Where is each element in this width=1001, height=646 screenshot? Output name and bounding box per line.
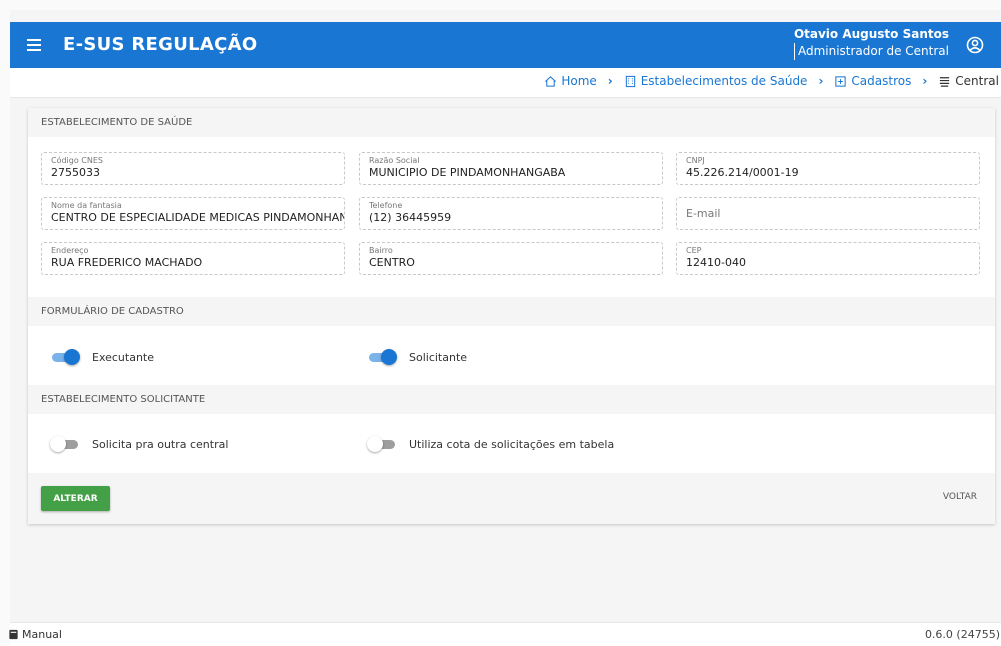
page: E-SUS REGULAÇÃO Otavio Augusto Santos Ad… (8, 10, 1001, 646)
endereco-field[interactable]: Endereço RUA FREDERICO MACHADO (41, 242, 345, 275)
outra-central-label: Solicita pra outra central (92, 437, 229, 451)
telefone-label: Telefone (369, 201, 403, 210)
home-icon (545, 75, 557, 87)
outra-central-toggle[interactable]: Solicita pra outra central (50, 436, 229, 452)
breadcrumb-central-label: Central (955, 74, 999, 88)
chevron-right-icon: › (818, 74, 824, 88)
bairro-label: Bairro (369, 246, 393, 255)
breadcrumb-home[interactable]: Home (544, 74, 597, 88)
solicitante-label: Solicitante (409, 350, 468, 364)
manual-label: Manual (22, 628, 62, 641)
section-solicitante-header: ESTABELECIMENTO SOLICITANTE (28, 385, 995, 414)
breadcrumb-estabelecimentos[interactable]: Estabelecimentos de Saúde (624, 74, 808, 88)
breadcrumb-estabelecimentos-label: Estabelecimentos de Saúde (640, 74, 808, 88)
cnpj-label: CNPJ (686, 156, 705, 165)
hamburger-menu-icon[interactable] (25, 35, 45, 55)
endereco-label: Endereço (51, 246, 89, 255)
form-card: ESTABELECIMENTO DE SAÚDE Código CNES 275… (28, 108, 995, 524)
endereco-value: RUA FREDERICO MACHADO (51, 256, 203, 269)
telefone-field[interactable]: Telefone (12) 36445959 (359, 197, 663, 230)
nome-fantasia-field[interactable]: Nome da fantasia CENTRO DE ESPECIALIDADE… (41, 197, 345, 230)
telefone-value: (12) 36445959 (369, 211, 452, 224)
cep-label: CEP (686, 246, 702, 255)
plus-box-icon (835, 75, 847, 87)
chevron-right-icon: › (607, 74, 613, 88)
form-actions: ALTERAR VOLTAR (28, 473, 995, 524)
account-circle-icon[interactable] (965, 35, 985, 55)
breadcrumb-cadastros[interactable]: Cadastros (834, 74, 911, 88)
user-info[interactable]: Otavio Augusto Santos Administrador de C… (793, 26, 949, 60)
building-icon (625, 75, 635, 87)
cota-switch[interactable] (367, 436, 395, 452)
cnes-value: 2755033 (51, 166, 100, 179)
user-name: Otavio Augusto Santos (793, 27, 949, 41)
manual-link[interactable]: Manual (8, 628, 62, 641)
cep-value: 12410-040 (686, 256, 746, 269)
breadcrumb: Home › Estabelecimentos de Saúde › Cadas… (544, 74, 999, 88)
razao-social-label: Razão Social (369, 156, 420, 165)
server-icon (940, 76, 950, 87)
cnes-field[interactable]: Código CNES 2755033 (41, 152, 345, 185)
executante-label: Executante (92, 350, 155, 364)
nome-fantasia-label: Nome da fantasia (51, 201, 122, 210)
section-formulario-header: FORMULÁRIO DE CADASTRO (28, 297, 995, 326)
razao-social-field[interactable]: Razão Social MUNICIPIO DE PINDAMONHANGAB… (359, 152, 663, 185)
executante-switch[interactable] (52, 349, 80, 365)
breadcrumb-bar: Home › Estabelecimentos de Saúde › Cadas… (10, 68, 1001, 98)
user-role: Administrador de Central (793, 43, 949, 60)
cep-field[interactable]: CEP 12410-040 (676, 242, 980, 275)
breadcrumb-home-label: Home (561, 74, 597, 88)
voltar-button[interactable]: VOLTAR (943, 492, 977, 502)
chevron-right-icon: › (922, 74, 928, 88)
nome-fantasia-value: CENTRO DE ESPECIALIDADE MEDICAS PINDAMON… (51, 211, 345, 224)
bottom-bar: Manual 0.6.0 (24755) (8, 622, 1001, 646)
app-title: E-SUS REGULAÇÃO (63, 34, 258, 55)
alterar-button[interactable]: ALTERAR (41, 486, 110, 511)
solicitante-toggle[interactable]: Solicitante (369, 349, 467, 365)
cnpj-value: 45.226.214/0001-19 (686, 166, 799, 179)
bairro-value: CENTRO (369, 256, 415, 269)
email-input[interactable] (686, 207, 966, 220)
cnpj-field[interactable]: CNPJ 45.226.214/0001-19 (676, 152, 980, 185)
cnes-label: Código CNES (51, 156, 103, 165)
email-field[interactable] (676, 197, 980, 230)
cota-label: Utiliza cota de solicitações em tabela (409, 437, 615, 451)
breadcrumb-central: Central (938, 74, 999, 88)
app-version: 0.6.0 (24755) (924, 628, 1000, 641)
book-icon (9, 629, 18, 640)
bairro-field[interactable]: Bairro CENTRO (359, 242, 663, 275)
razao-social-value: MUNICIPIO DE PINDAMONHANGABA (369, 166, 566, 179)
outra-central-switch[interactable] (50, 436, 78, 452)
cota-toggle[interactable]: Utiliza cota de solicitações em tabela (367, 436, 615, 452)
top-app-bar: E-SUS REGULAÇÃO Otavio Augusto Santos Ad… (10, 22, 1001, 68)
section-estabelecimento-header: ESTABELECIMENTO DE SAÚDE (28, 108, 995, 137)
executante-toggle[interactable]: Executante (52, 349, 154, 365)
breadcrumb-cadastros-label: Cadastros (851, 74, 912, 88)
solicitante-switch[interactable] (369, 349, 397, 365)
